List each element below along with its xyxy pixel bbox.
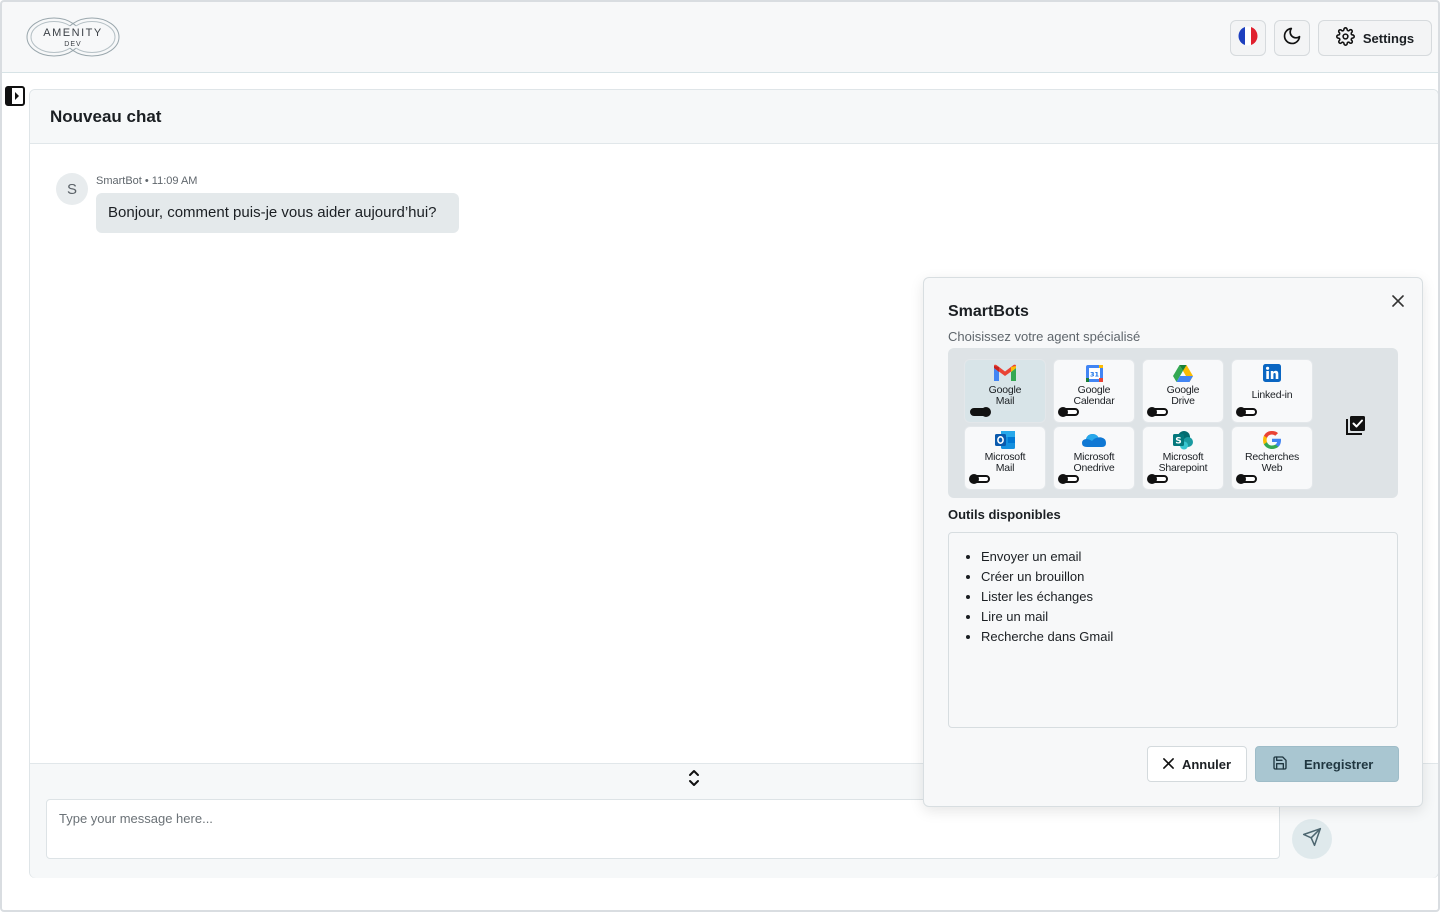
save-label: Enregistrer (1304, 756, 1374, 772)
agent-label: Google Mail (988, 384, 1022, 407)
agent-toggle[interactable] (970, 407, 991, 417)
google-icon (1232, 430, 1312, 450)
send-button[interactable] (1292, 819, 1332, 859)
theme-toggle-button[interactable] (1274, 20, 1310, 56)
google-drive-icon (1143, 363, 1223, 383)
cancel-label: Annuler (1181, 756, 1232, 772)
agent-label: Recherches Web (1244, 451, 1300, 474)
agent-card-microsoft-sharepoint[interactable]: S Microsoft Sharepoint (1143, 427, 1223, 489)
settings-label: Settings (1362, 30, 1415, 46)
message-input[interactable] (46, 799, 1280, 859)
sidebar-expand-icon (5, 85, 25, 111)
agent-label: Microsoft Mail (984, 451, 1026, 474)
tool-item: Lister les échanges (981, 587, 1377, 607)
agent-label: Google Drive (1166, 384, 1200, 407)
close-popover-button[interactable] (1389, 294, 1407, 312)
app-logo[interactable]: AMENITY DEV (24, 16, 122, 58)
gmail-icon (965, 363, 1045, 383)
svg-text:S: S (1175, 437, 1181, 447)
message-bubble: Bonjour, comment puis-je vous aider aujo… (96, 193, 459, 233)
tool-item: Recherche dans Gmail (981, 627, 1377, 647)
onedrive-icon (1054, 430, 1134, 450)
agent-card-google-drive[interactable]: Google Drive (1143, 360, 1223, 422)
agent-card-google-mail[interactable]: Google Mail (965, 360, 1045, 422)
france-flag-icon (1238, 26, 1258, 51)
bot-avatar: S (56, 173, 88, 205)
language-button[interactable] (1230, 20, 1266, 56)
close-icon (1163, 757, 1174, 772)
chat-header: Nouveau chat (30, 90, 1438, 144)
sharepoint-icon: S (1143, 430, 1223, 450)
tool-item: Lire un mail (981, 607, 1377, 627)
outlook-icon (965, 430, 1045, 450)
moon-icon (1282, 26, 1302, 51)
agent-toggle[interactable] (1058, 474, 1079, 484)
top-bar: AMENITY DEV Settings (2, 2, 1438, 73)
smartbots-popover: SmartBots Choisissez votre agent spécial… (923, 277, 1423, 807)
agent-toggle[interactable] (1236, 474, 1257, 484)
checklist-icon (1346, 415, 1366, 440)
gear-icon (1335, 27, 1355, 49)
agent-card-google-calendar[interactable]: 31 Google Calendar (1054, 360, 1134, 422)
popover-title: SmartBots (948, 303, 1029, 320)
agent-label: Google Calendar (1073, 384, 1115, 407)
save-icon (1272, 755, 1288, 774)
linkedin-icon (1232, 363, 1312, 383)
agent-toggle[interactable] (1147, 474, 1168, 484)
agent-toggle[interactable] (969, 474, 990, 484)
agents-grid: Google Mail 31 Google Calendar Google Dr… (948, 348, 1398, 498)
google-calendar-icon: 31 (1054, 363, 1134, 383)
save-button[interactable]: Enregistrer (1255, 746, 1399, 782)
logo-subtext: DEV (64, 41, 82, 48)
tool-item: Créer un brouillon (981, 567, 1377, 587)
tool-item: Envoyer un email (981, 547, 1377, 567)
agent-label: Microsoft Onedrive (1073, 451, 1115, 474)
agent-label: Microsoft Sharepoint (1158, 451, 1208, 474)
chat-title: Nouveau chat (50, 107, 162, 126)
cancel-button[interactable]: Annuler (1147, 746, 1247, 782)
svg-text:31: 31 (1089, 370, 1099, 378)
tools-list: Envoyer un email Créer un brouillon List… (948, 532, 1398, 728)
tools-title: Outils disponibles (948, 507, 1061, 522)
popover-subtitle: Choisissez votre agent spécialisé (948, 329, 1141, 344)
select-all-agents-button[interactable] (1345, 415, 1367, 440)
agent-card-microsoft-onedrive[interactable]: Microsoft Onedrive (1054, 427, 1134, 489)
agent-card-linkedin[interactable]: Linked-in (1232, 360, 1312, 422)
agent-label: Linked-in (1251, 389, 1293, 401)
send-icon (1302, 827, 1322, 852)
logo-text: AMENITY (43, 27, 103, 39)
expand-composer-button[interactable] (686, 768, 702, 793)
agent-card-web-search[interactable]: Recherches Web (1232, 427, 1312, 489)
sidebar-toggle-button[interactable] (4, 85, 26, 111)
agent-card-microsoft-mail[interactable]: Microsoft Mail (965, 427, 1045, 489)
agent-toggle[interactable] (1147, 407, 1168, 417)
chevrons-up-down-icon (687, 768, 701, 793)
agent-toggle[interactable] (1058, 407, 1079, 417)
message-meta: SmartBot • 11:09 AM (96, 175, 198, 187)
agent-toggle[interactable] (1236, 407, 1257, 417)
close-icon (1392, 294, 1404, 312)
settings-button[interactable]: Settings (1318, 20, 1432, 56)
